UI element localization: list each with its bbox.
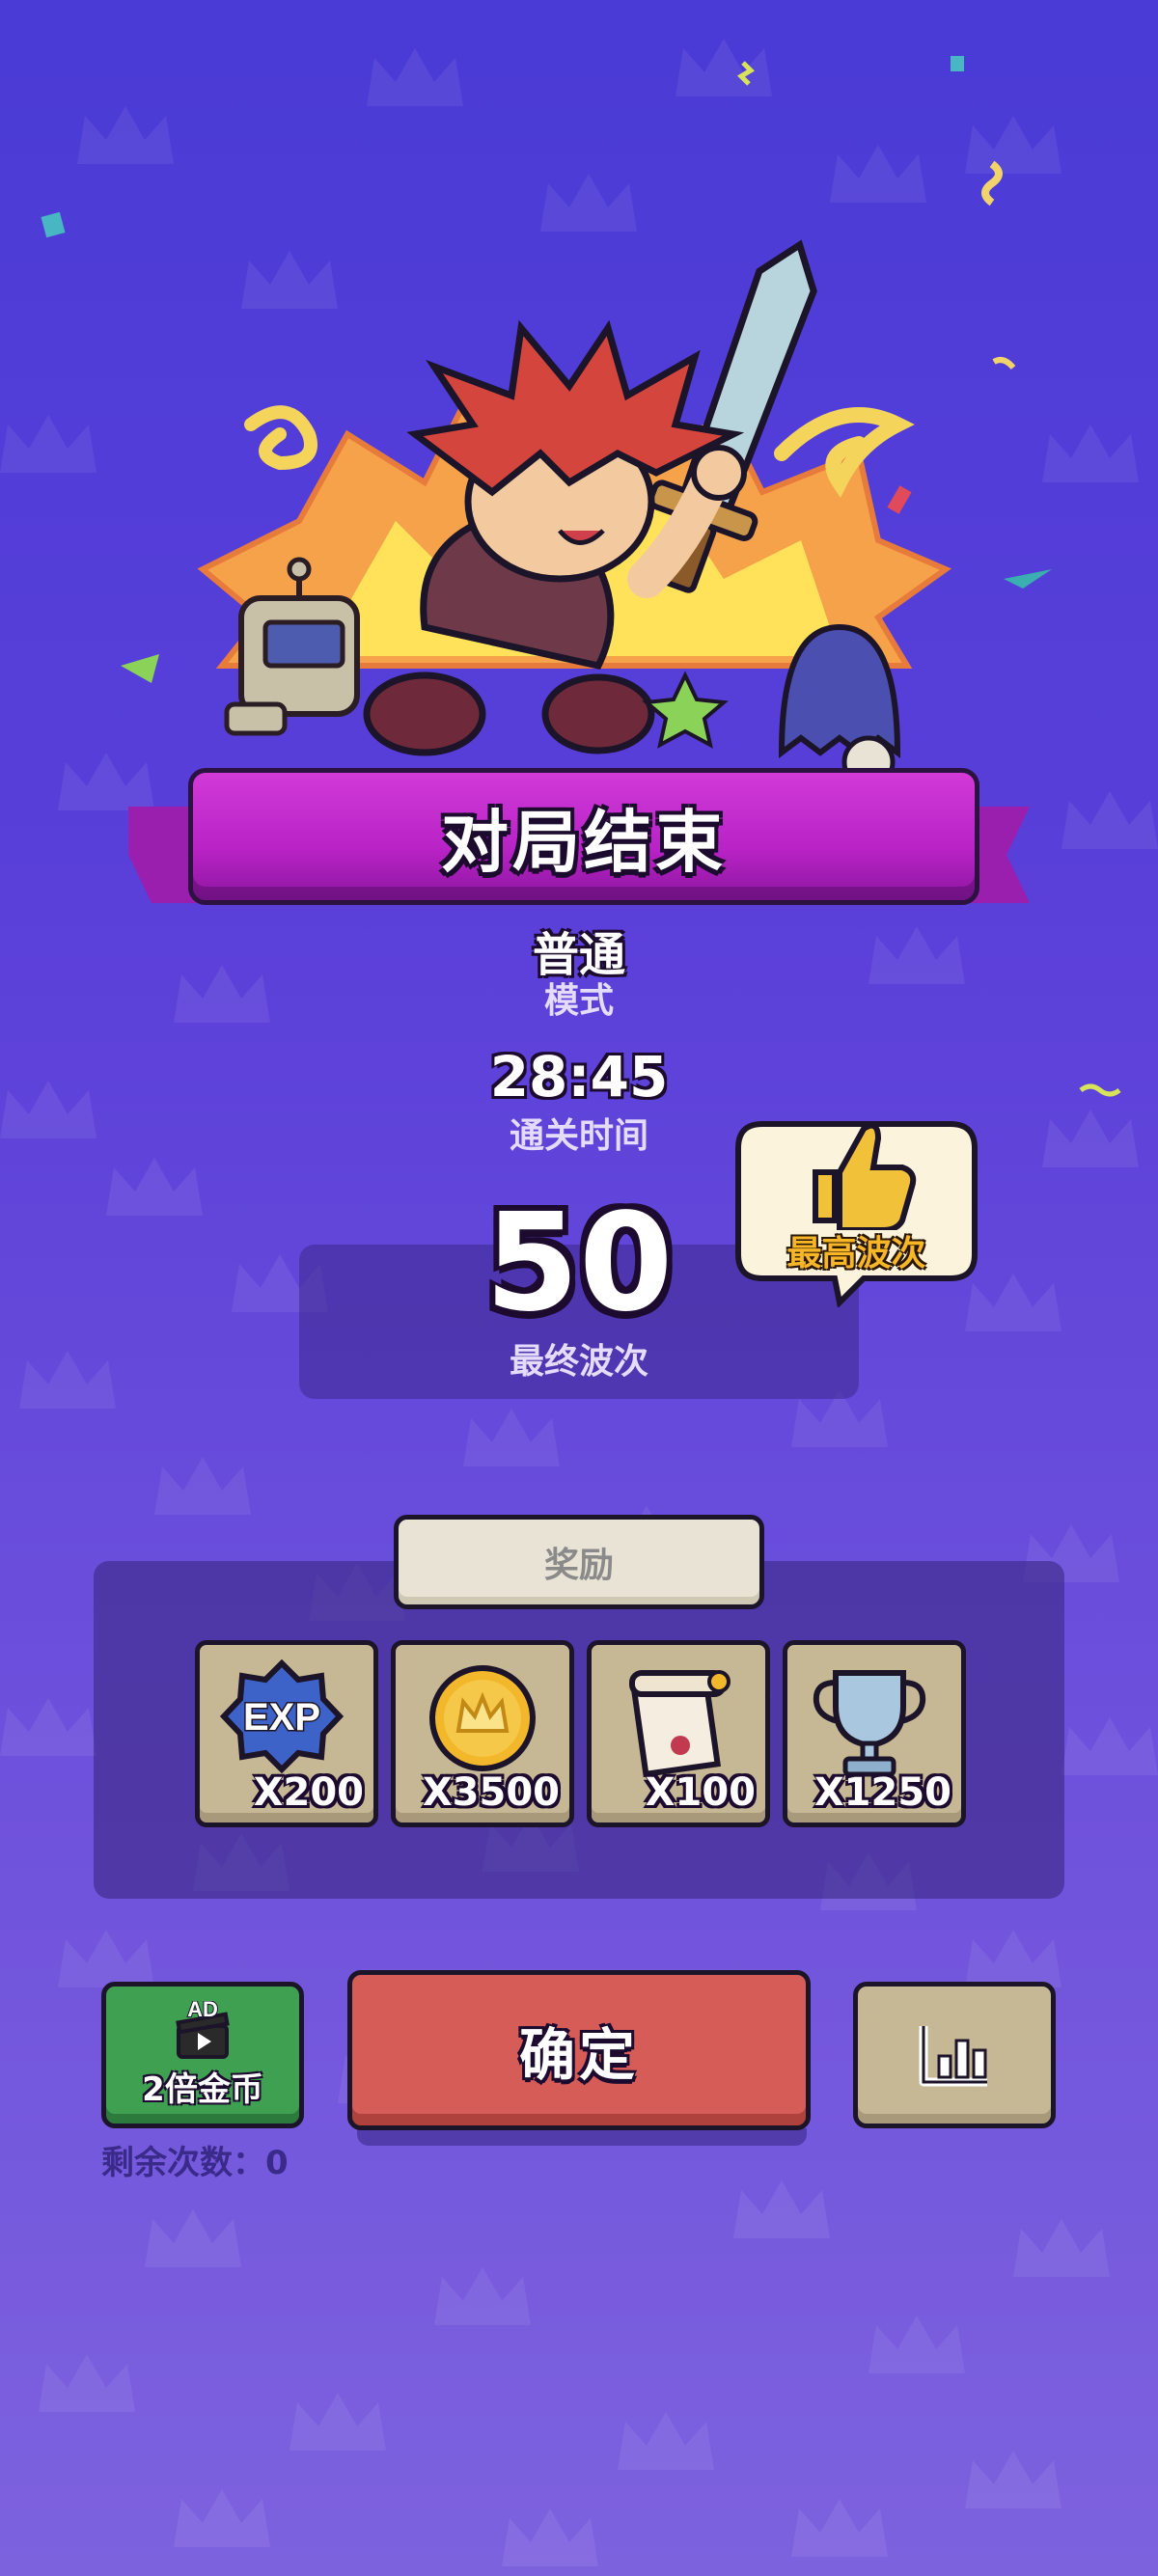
scroll-icon	[629, 1670, 731, 1778]
reward-card-trophy: X1250	[783, 1640, 966, 1827]
best-wave-label: 最高波次	[786, 1234, 926, 1274]
stats-button[interactable]	[853, 1982, 1056, 2128]
rewards-tab: 奖励	[394, 1515, 764, 1609]
reward-amount-trophy: X1250	[813, 1770, 951, 1815]
clear-time-label: 通关时间	[509, 1116, 648, 1156]
victory-hero-illustration	[106, 212, 1052, 791]
mode-label: 模式	[543, 981, 614, 1021]
confirm-button[interactable]: 确定	[347, 1970, 811, 2130]
remaining-attempts: 剩余次数：0	[101, 2144, 289, 2182]
reward-card-exp: EXP X200	[195, 1640, 378, 1827]
final-wave-label: 最终波次	[509, 1342, 648, 1382]
exp-badge-text: EXP	[243, 1696, 320, 1739]
trophy-icon	[813, 1670, 926, 1777]
ad-tag-text: AD	[187, 2001, 218, 2021]
video-ad-icon: AD	[176, 2001, 230, 2059]
final-wave-value: 50	[484, 1185, 674, 1342]
double-gold-label: 2倍金币	[142, 2069, 263, 2109]
confirm-button-shadow	[357, 2128, 807, 2146]
clear-time-value: 28:45	[489, 1044, 669, 1110]
rewards-tab-label: 奖励	[543, 1546, 614, 1585]
bar-chart-icon	[919, 2026, 987, 2087]
reward-card-gold: X3500	[391, 1640, 574, 1827]
reward-amount-gold: X3500	[422, 1770, 560, 1815]
thumbs-up-icon	[813, 1122, 917, 1230]
reward-card-scroll: X100	[587, 1640, 770, 1827]
double-gold-ad-button[interactable]: AD 2倍金币	[101, 1982, 304, 2128]
reward-amount-exp: X200	[253, 1770, 364, 1815]
banner-plate: 对局结束	[188, 768, 979, 905]
confirm-label: 确定	[518, 2022, 639, 2088]
banner-title: 对局结束	[441, 802, 727, 882]
game-over-banner: 对局结束	[128, 768, 1030, 913]
gold-coin-icon	[429, 1665, 536, 1771]
exp-badge-icon: EXP	[219, 1658, 345, 1774]
reward-amount-scroll: X100	[645, 1770, 756, 1815]
best-wave-badge: 最高波次	[733, 1114, 979, 1309]
